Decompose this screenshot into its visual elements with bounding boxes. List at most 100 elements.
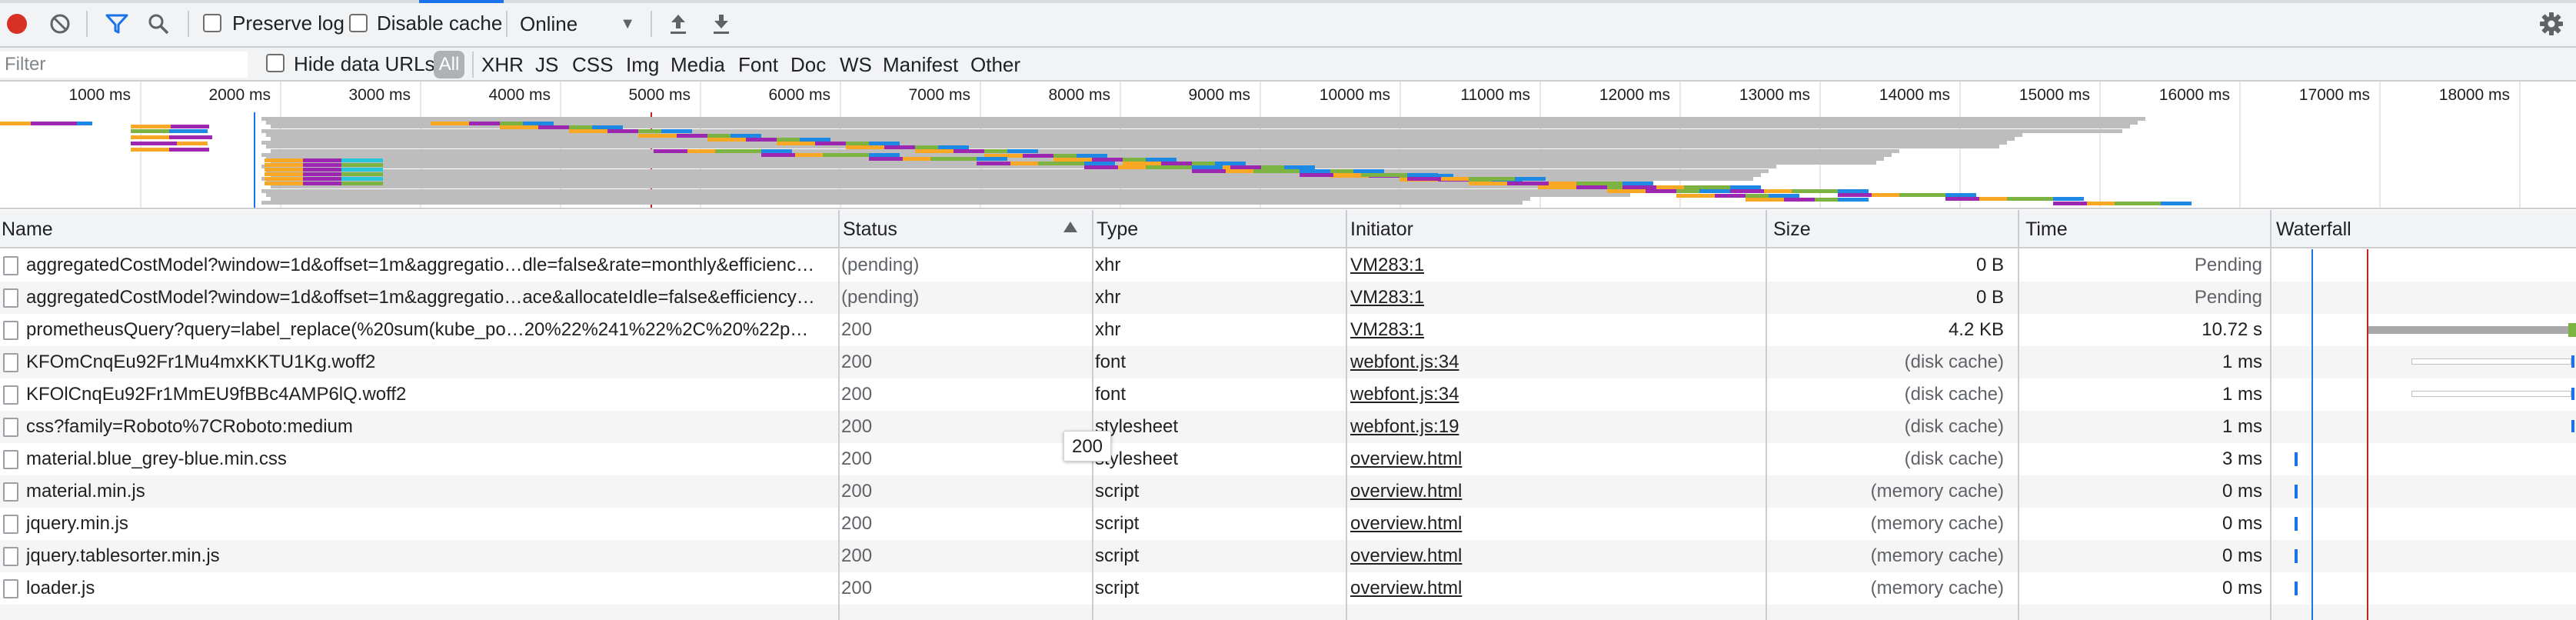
overview-request-bar bbox=[1146, 165, 1192, 169]
overview-tick-label: 13000 ms bbox=[1739, 86, 1810, 104]
import-har-button[interactable] bbox=[663, 8, 694, 39]
throttling-select[interactable]: Online ▼ bbox=[520, 9, 635, 38]
request-name: KFOlCnqEu92Fr1MmEU9fBBc4AMP6lQ.woff2 bbox=[26, 384, 407, 405]
overview-request-bar bbox=[2115, 201, 2161, 205]
overview-request-bar bbox=[795, 153, 823, 158]
type-filter-font[interactable]: Font bbox=[738, 52, 778, 78]
column-divider[interactable] bbox=[1092, 210, 1093, 620]
request-initiator-link[interactable]: overview.html bbox=[1350, 572, 1750, 605]
request-row[interactable]: KFOlCnqEu92Fr1MmEU9fBBc4AMP6lQ.woff2 200… bbox=[0, 378, 2576, 411]
waterfall-bar bbox=[2295, 517, 2298, 531]
overview-request-bar bbox=[746, 137, 777, 142]
request-row[interactable]: KFOmCnqEu92Fr1Mu4mxKKTU1Kg.woff2 200 fon… bbox=[0, 346, 2576, 378]
overview-request-bar bbox=[1899, 193, 1945, 198]
overview-gridline bbox=[2379, 82, 2381, 208]
request-initiator-link[interactable]: VM283:1 bbox=[1350, 282, 1750, 314]
overview-tick-label: 15000 ms bbox=[2019, 86, 2090, 104]
type-filter-other[interactable]: Other bbox=[970, 52, 1020, 78]
overview-request-bar bbox=[303, 163, 341, 167]
overview-request-bar bbox=[977, 161, 1010, 165]
column-divider[interactable] bbox=[838, 210, 840, 620]
request-initiator-link[interactable]: overview.html bbox=[1350, 443, 1750, 475]
request-initiator-link[interactable]: overview.html bbox=[1350, 508, 1750, 540]
request-status: 200 bbox=[841, 352, 873, 372]
type-filter-media[interactable]: Media bbox=[671, 52, 725, 78]
network-settings-button[interactable] bbox=[2536, 8, 2567, 39]
hide-data-urls-checkbox[interactable] bbox=[266, 54, 285, 72]
type-filter-manifest[interactable]: Manifest bbox=[883, 52, 958, 78]
request-initiator-link[interactable]: webfont.js:34 bbox=[1350, 378, 1750, 411]
request-type: stylesheet bbox=[1095, 448, 1179, 469]
request-row[interactable]: material.blue_grey-blue.min.css 200 styl… bbox=[0, 443, 2576, 475]
overview-request-bar bbox=[1469, 182, 1507, 185]
column-header-initiator[interactable]: Initiator bbox=[1349, 210, 1764, 248]
overview-request-bar bbox=[265, 172, 303, 176]
overview-request-bar bbox=[131, 142, 177, 145]
request-time: 0 ms bbox=[2222, 481, 2262, 502]
filter-toggle-button[interactable] bbox=[102, 8, 132, 39]
type-filter-all[interactable]: All bbox=[434, 51, 464, 78]
overview-request-bar bbox=[761, 153, 795, 158]
filter-input[interactable] bbox=[0, 52, 248, 78]
column-header-time[interactable]: Time bbox=[2024, 210, 2267, 248]
request-row-partial[interactable] bbox=[0, 605, 2576, 620]
request-initiator-link[interactable]: overview.html bbox=[1350, 475, 1750, 508]
file-icon bbox=[3, 482, 18, 502]
active-tab-indicator bbox=[419, 0, 504, 3]
request-row[interactable]: material.min.js 200 script overview.html… bbox=[0, 475, 2576, 508]
request-initiator-link[interactable]: webfont.js:34 bbox=[1350, 346, 1750, 378]
overview-tick-label: 5000 ms bbox=[628, 86, 691, 104]
overview-request-bar bbox=[1549, 181, 1576, 185]
overview-request-bar bbox=[687, 149, 715, 153]
type-filter-doc[interactable]: Doc bbox=[790, 52, 826, 78]
column-header-waterfall[interactable]: Waterfall bbox=[2275, 210, 2576, 248]
disable-cache-checkbox[interactable] bbox=[349, 14, 368, 32]
request-row[interactable]: jquery.tablesorter.min.js 200 script ove… bbox=[0, 540, 2576, 572]
overview-request-bar bbox=[1010, 161, 1038, 165]
waterfall-bar bbox=[2368, 326, 2570, 334]
request-initiator-link[interactable]: overview.html bbox=[1350, 540, 1750, 572]
column-header-size[interactable]: Size bbox=[1772, 210, 2015, 248]
preserve-log-checkbox[interactable] bbox=[203, 14, 221, 32]
request-status: 200 bbox=[841, 384, 873, 405]
export-har-button[interactable] bbox=[706, 8, 737, 39]
column-header-type[interactable]: Type bbox=[1095, 210, 1346, 248]
overview-timeline[interactable]: 1000 ms 2000 ms 3000 ms 4000 ms 5000 ms … bbox=[0, 82, 2576, 209]
clear-button[interactable] bbox=[45, 8, 75, 39]
column-divider[interactable] bbox=[1346, 210, 1347, 620]
overview-tick-label: 6000 ms bbox=[768, 86, 830, 104]
throttling-value: Online bbox=[520, 12, 578, 35]
type-filter-xhr[interactable]: XHR bbox=[481, 52, 524, 78]
overview-gridline bbox=[2239, 82, 2241, 208]
request-row[interactable]: aggregatedCostModel?window=1d&offset=1m&… bbox=[0, 249, 2576, 282]
request-row[interactable]: loader.js 200 script overview.html (memo… bbox=[0, 572, 2576, 605]
hide-data-urls-label: Hide data URLs bbox=[294, 52, 435, 75]
request-initiator-link[interactable]: VM283:1 bbox=[1350, 249, 1750, 282]
file-icon bbox=[3, 256, 18, 275]
overview-tick-label: 2000 ms bbox=[208, 86, 271, 104]
type-filter-img[interactable]: Img bbox=[626, 52, 659, 78]
overview-request-bar bbox=[569, 129, 607, 134]
request-row[interactable]: prometheusQuery?query=label_replace(%20s… bbox=[0, 314, 2576, 346]
overview-request-bar bbox=[1607, 189, 1646, 194]
request-row[interactable]: css?family=Roboto%7CRoboto:medium 200 st… bbox=[0, 411, 2576, 443]
type-filter-ws[interactable]: WS bbox=[840, 52, 872, 78]
type-filter-css[interactable]: CSS bbox=[572, 52, 613, 78]
request-row[interactable]: jquery.min.js 200 script overview.html (… bbox=[0, 508, 2576, 540]
column-divider[interactable] bbox=[1766, 210, 1767, 620]
record-button[interactable] bbox=[2, 8, 32, 39]
request-row[interactable]: aggregatedCostModel?window=1d&offset=1m&… bbox=[0, 282, 2576, 314]
request-initiator-link[interactable]: VM283:1 bbox=[1350, 314, 1750, 346]
column-header-name[interactable]: Name bbox=[0, 210, 838, 248]
column-divider[interactable] bbox=[2270, 210, 2271, 620]
search-icon bbox=[148, 14, 169, 35]
column-divider[interactable] bbox=[2018, 210, 2019, 620]
search-button[interactable] bbox=[143, 8, 174, 39]
request-initiator-link[interactable]: webfont.js:19 bbox=[1350, 411, 1750, 443]
column-header-status[interactable]: Status bbox=[841, 210, 1092, 248]
toolbar-divider bbox=[188, 11, 189, 37]
overview-request-bar bbox=[2053, 201, 2087, 205]
overview-request-bar bbox=[1023, 153, 1053, 158]
overview-request-bar bbox=[1838, 197, 1869, 202]
type-filter-js[interactable]: JS bbox=[535, 52, 558, 78]
